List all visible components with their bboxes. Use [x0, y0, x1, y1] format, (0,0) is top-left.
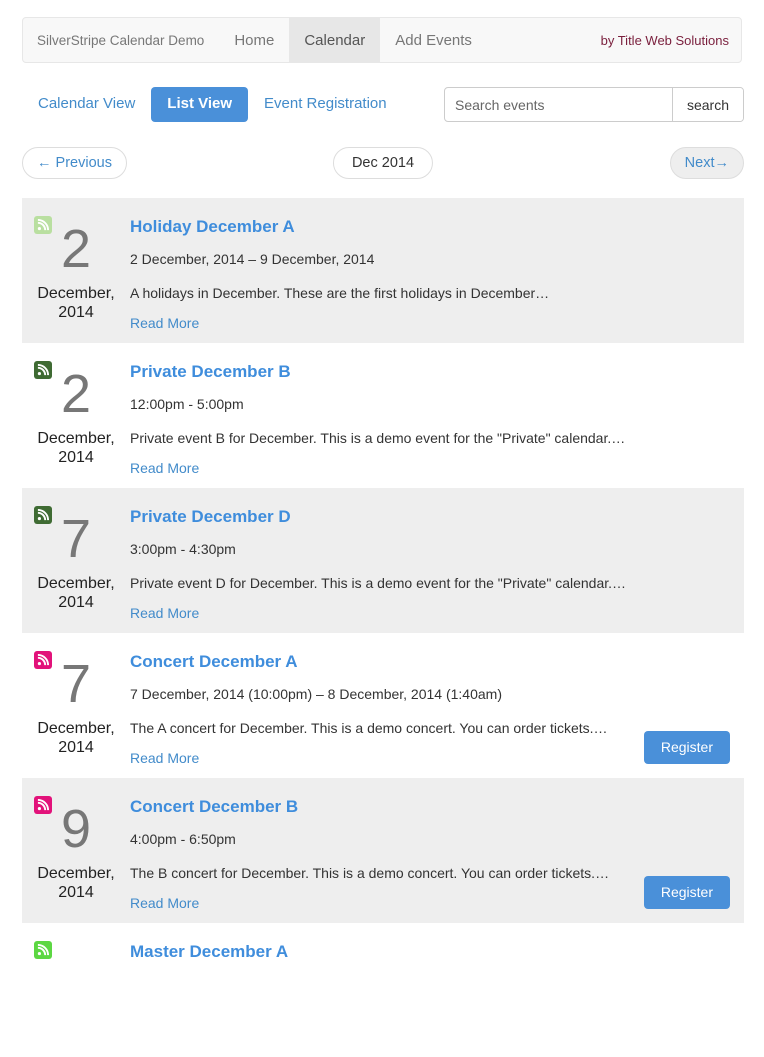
read-more-link[interactable]: Read More	[130, 895, 199, 911]
event-description: The B concert for December. This is a de…	[130, 865, 610, 881]
event-body-column: Master December A	[130, 933, 744, 1047]
event-month-year: December, 2014	[37, 430, 115, 466]
next-month-button[interactable]: Next→	[669, 147, 744, 179]
event-datetime: 2 December, 2014 – 9 December, 2014	[130, 251, 375, 267]
rss-icon[interactable]	[34, 651, 52, 669]
previous-month-button[interactable]: ← Previous	[22, 147, 127, 179]
search-input[interactable]	[445, 88, 672, 121]
event-title-link[interactable]: Concert December A	[130, 652, 298, 672]
event-row: 7 December, 2014 Concert December A 7 Decemb…	[22, 633, 744, 778]
event-datetime: 3:00pm - 4:30pm	[130, 541, 236, 557]
rss-icon[interactable]	[34, 941, 52, 959]
navbar-credit: by Title Web Solutions	[600, 32, 729, 48]
event-date-column	[22, 933, 130, 1047]
event-row: 9 December, 2014 Concert December B 4:00pm -…	[22, 778, 744, 923]
event-title-link[interactable]: Holiday December A	[130, 217, 295, 237]
event-date-column: 2 December, 2014	[22, 208, 130, 333]
rss-icon[interactable]	[34, 216, 52, 234]
event-body-column: Private December B 12:00pm - 5:00pm Privat…	[130, 353, 744, 478]
event-row: 2 December, 2014 Private December B 12:00pm …	[22, 343, 744, 488]
read-more-link[interactable]: Read More	[130, 460, 199, 476]
view-toolbar: Calendar View List View Event Registrati…	[22, 87, 744, 127]
event-date-column: 7 December, 2014	[22, 498, 130, 623]
event-body-column: Concert December A 7 December, 2014 (10:0…	[130, 643, 744, 768]
event-title-link[interactable]: Concert December B	[130, 797, 298, 817]
event-title-link[interactable]: Master December A	[130, 942, 288, 962]
read-more-link[interactable]: Read More	[130, 315, 199, 331]
register-button[interactable]: Register	[643, 731, 730, 764]
event-datetime: 4:00pm - 6:50pm	[130, 831, 236, 847]
month-pager: ← Previous Dec 2014 Next→	[22, 147, 744, 181]
event-datetime: 7 December, 2014 (10:00pm) – 8 December,…	[130, 686, 502, 702]
rss-icon[interactable]	[34, 506, 52, 524]
event-date-column: 9 December, 2014	[22, 788, 130, 913]
event-description: The A concert for December. This is a de…	[130, 720, 608, 736]
event-date-column: 2 December, 2014	[22, 353, 130, 478]
view-tab-group: Calendar View List View Event Registrati…	[22, 87, 403, 122]
event-list: 2 December, 2014 Holiday December A2 Decemb…	[22, 198, 744, 1057]
event-title-link[interactable]: Private December B	[130, 362, 291, 382]
top-navbar: SilverStripe Calendar Demo Home Calendar…	[22, 17, 742, 63]
nav-link-add-events[interactable]: Add Events	[380, 18, 487, 62]
rss-icon[interactable]	[34, 796, 52, 814]
tab-list-view[interactable]: List View	[151, 87, 249, 122]
event-description: A holidays in December. These are the fi…	[130, 285, 550, 301]
event-row: 7 December, 2014 Private December D 3:00pm -…	[22, 488, 744, 633]
search-box: search	[444, 87, 744, 122]
rss-icon[interactable]	[34, 361, 52, 379]
read-more-link[interactable]: Read More	[130, 605, 199, 621]
nav-link-calendar[interactable]: Calendar	[289, 18, 381, 62]
event-datetime: 12:00pm - 5:00pm	[130, 396, 244, 412]
nav-link-home[interactable]: Home	[219, 18, 289, 62]
event-month-year: December, 2014	[37, 865, 115, 901]
event-body-column: Holiday December A 2 December, 2014 – 9 D…	[130, 208, 744, 333]
event-month-year: December, 2014	[37, 720, 115, 756]
event-body-column: Private December D 3:00pm - 4:30pm Private…	[130, 498, 744, 623]
current-month-label[interactable]: Dec 2014	[332, 147, 434, 179]
event-month-year: December, 2014	[37, 575, 115, 611]
event-description: Private event B for December. This is a …	[130, 430, 626, 446]
tab-event-registration[interactable]: Event Registration	[248, 87, 403, 122]
event-date-column: 7 December, 2014	[22, 643, 130, 768]
event-description: Private event D for December. This is a …	[130, 575, 627, 591]
register-button[interactable]: Register	[643, 876, 730, 909]
event-row: 2 December, 2014 Holiday December A 2 Decemb…	[22, 198, 744, 343]
search-button[interactable]: search	[671, 88, 743, 121]
tab-calendar-view[interactable]: Calendar View	[22, 87, 151, 122]
navbar-brand[interactable]: SilverStripe Calendar Demo	[23, 18, 219, 62]
read-more-link[interactable]: Read More	[130, 750, 199, 766]
event-month-year: December, 2014	[37, 285, 115, 321]
event-row: Master December A	[22, 923, 744, 1057]
event-title-link[interactable]: Private December D	[130, 507, 291, 527]
event-body-column: Concert December B 4:00pm - 6:50pm The B c…	[130, 788, 744, 913]
